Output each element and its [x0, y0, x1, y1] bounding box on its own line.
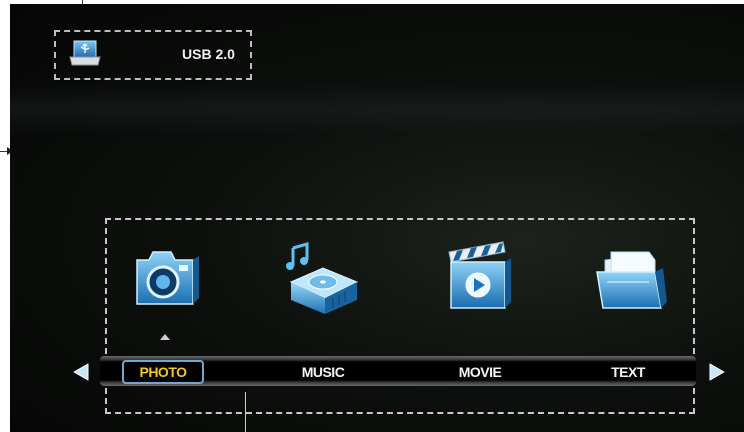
callout-arrow: [0, 147, 13, 155]
folder-icon[interactable]: [591, 238, 671, 318]
tab-music[interactable]: MUSIC: [288, 360, 358, 384]
tab-movie[interactable]: MOVIE: [444, 360, 516, 384]
usb-drive-icon: [69, 40, 101, 66]
tv-screen: USB 2.0 PHOTO MUSIC MOVIE TEXT: [10, 4, 744, 432]
tab-text[interactable]: TEXT: [596, 360, 660, 384]
source-indicator[interactable]: USB 2.0: [54, 30, 252, 80]
media-tab-bar: PHOTO MUSIC MOVIE TEXT: [100, 356, 696, 386]
source-label: USB 2.0: [182, 46, 235, 62]
music-player-icon[interactable]: [283, 238, 363, 318]
arrow-left-icon[interactable]: [70, 361, 92, 383]
arrow-right-icon[interactable]: [706, 361, 728, 383]
clapperboard-icon[interactable]: [439, 238, 519, 318]
callout-line: [245, 392, 246, 432]
selection-pointer: [160, 334, 170, 340]
tab-photo[interactable]: PHOTO: [122, 360, 204, 384]
camera-icon[interactable]: [127, 238, 207, 318]
